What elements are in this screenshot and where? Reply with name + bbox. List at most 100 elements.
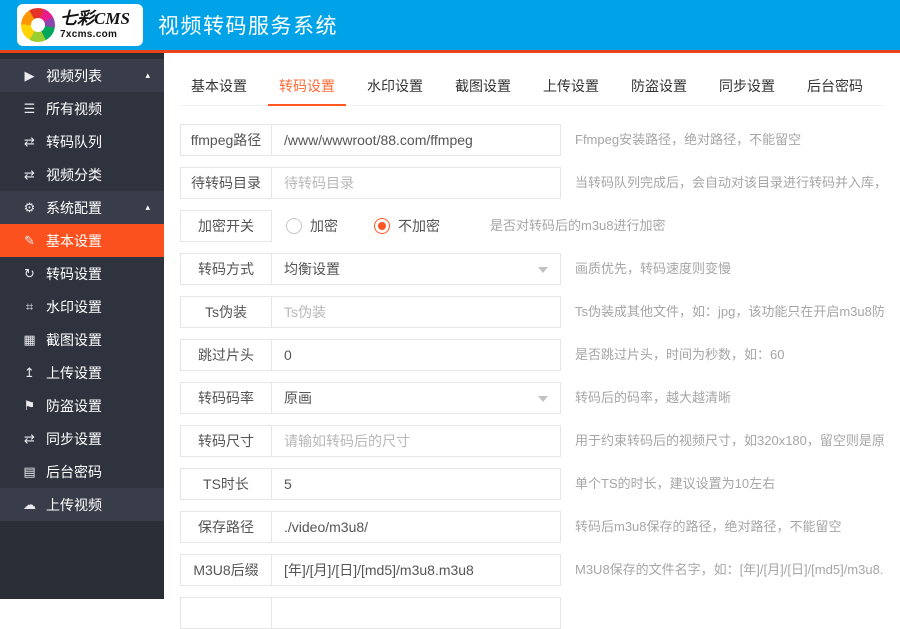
radio-unselected-icon bbox=[286, 218, 302, 234]
sidebar-item-all-videos[interactable]: ☰ 所有视频 bbox=[0, 92, 164, 125]
form-row-ffmpeg-path: ffmpeg路径 Ffmpeg安装路径，绝对路径，不能留空 bbox=[180, 124, 884, 156]
field-hint: M3U8保存的文件名字，如：[年]/[月]/[日]/[md5]/m3u8.m3u… bbox=[575, 562, 884, 577]
brand-domain: 7xcms.com bbox=[60, 29, 118, 40]
field-label: 转码码率 bbox=[180, 382, 272, 414]
form-row-skip-intro: 跳过片头 是否跳过片头，时间为秒数，如：60 bbox=[180, 339, 884, 371]
field-label: TS时长 bbox=[180, 468, 272, 500]
sidebar-item-video-category[interactable]: ⇄ 视频分类 bbox=[0, 158, 164, 191]
tab-admin-password[interactable]: 后台密码 bbox=[796, 67, 874, 105]
image-icon: ▦ bbox=[23, 331, 36, 347]
field-label: ffmpeg路径 bbox=[180, 124, 272, 156]
field-hint: 当转码队列完成后，会自动对该目录进行转码并入库，如：E:/vide bbox=[575, 175, 884, 190]
field-label: 待转码目录 bbox=[180, 167, 272, 199]
sidebar-item-transcode-settings[interactable]: ↻ 转码设置 bbox=[0, 257, 164, 290]
radio-encrypt-off[interactable]: 不加密 bbox=[374, 216, 440, 236]
radio-encrypt-on[interactable]: 加密 bbox=[286, 216, 338, 236]
form-row-ts-duration: TS时长 单个TS的时长，建议设置为10左右 bbox=[180, 468, 884, 500]
field-hint: 是否跳过片头，时间为秒数，如：60 bbox=[575, 347, 785, 362]
selected-option: 原画 bbox=[284, 390, 312, 406]
sidebar-item-video-list[interactable]: ▶ 视频列表 ▴ bbox=[0, 59, 164, 92]
form-row-transcode-mode: 转码方式 均衡设置 画质优先，转码速度则变慢 bbox=[180, 253, 884, 285]
field-label: Ts伪装 bbox=[180, 296, 272, 328]
tab-upload-settings[interactable]: 上传设置 bbox=[532, 67, 610, 105]
field-hint: 用于约束转码后的视频尺寸，如320x180，留空则是原画 bbox=[575, 433, 884, 448]
pending-dir-input[interactable] bbox=[272, 168, 560, 198]
flag-icon: ⚑ bbox=[23, 397, 36, 413]
upload-icon: ↥ bbox=[24, 364, 35, 380]
page-title: 视频转码服务系统 bbox=[158, 15, 338, 38]
radio-label: 加密 bbox=[310, 218, 338, 234]
tab-sync-settings[interactable]: 同步设置 bbox=[708, 67, 786, 105]
ts-duration-input[interactable] bbox=[272, 469, 560, 499]
form-row-encrypt-switch: 加密开关 加密 不加密 是否对转码后的m3u8进行加密 bbox=[180, 210, 884, 242]
skip-intro-input[interactable] bbox=[272, 340, 560, 370]
chevron-down-icon bbox=[538, 396, 548, 402]
sidebar-item-label: 防盗设置 bbox=[46, 397, 102, 414]
form-row-pending-dir: 待转码目录 当转码队列完成后，会自动对该目录进行转码并入库，如：E:/vide bbox=[180, 167, 884, 199]
field-label: 保存路径 bbox=[180, 511, 272, 543]
ffmpeg-path-input[interactable] bbox=[272, 125, 560, 155]
radio-selected-icon bbox=[374, 218, 390, 234]
field-hint: 是否对转码后的m3u8进行加密 bbox=[490, 218, 666, 233]
tab-watermark-settings[interactable]: 水印设置 bbox=[356, 67, 434, 105]
sidebar-item-sync-settings[interactable]: ⇄ 同步设置 bbox=[0, 422, 164, 455]
chevron-up-icon: ▴ bbox=[145, 202, 150, 212]
save-path-input[interactable] bbox=[272, 512, 560, 542]
logo-text: 七彩CMS 7xcms.com bbox=[60, 10, 130, 40]
sidebar-item-upload-settings[interactable]: ↥ 上传设置 bbox=[0, 356, 164, 389]
field-label: M3U8后缀 bbox=[180, 554, 272, 586]
swap-icon: ⇄ bbox=[24, 166, 35, 182]
field-hint: Ts伪装成其他文件，如：jpg，该功能只在开启m3u8防盗后有效 bbox=[575, 304, 884, 319]
field-label: 转码方式 bbox=[180, 253, 272, 285]
tab-antileech-settings[interactable]: 防盗设置 bbox=[620, 67, 698, 105]
sidebar-item-label: 水印设置 bbox=[46, 298, 102, 315]
gear-icon: ⚙ bbox=[23, 199, 36, 215]
field-hint: 转码后m3u8保存的路径，绝对路径，不能留空 bbox=[575, 519, 842, 534]
save-path-field bbox=[271, 511, 561, 543]
field-label bbox=[180, 597, 272, 629]
video-icon: ▶ bbox=[24, 67, 35, 83]
partial-field[interactable] bbox=[271, 597, 561, 629]
field-hint: 画质优先，转码速度则变慢 bbox=[575, 261, 732, 276]
edit-icon: ✎ bbox=[24, 232, 35, 248]
bitrate-select[interactable]: 原画 bbox=[271, 382, 561, 414]
sidebar-item-label: 系统配置 bbox=[46, 199, 102, 216]
sidebar-item-label: 基本设置 bbox=[46, 232, 102, 249]
skip-intro-field bbox=[271, 339, 561, 371]
pending-dir-field bbox=[271, 167, 561, 199]
transcode-mode-select[interactable]: 均衡设置 bbox=[271, 253, 561, 285]
encrypt-switch-radio-group: 加密 不加密 bbox=[286, 210, 476, 242]
sidebar-item-antileech-settings[interactable]: ⚑ 防盗设置 bbox=[0, 389, 164, 422]
tab-transcode-settings[interactable]: 转码设置 bbox=[268, 67, 346, 106]
transcode-size-input[interactable] bbox=[272, 426, 560, 456]
chevron-down-icon bbox=[538, 267, 548, 273]
form-row-transcode-size: 转码尺寸 用于约束转码后的视频尺寸，如320x180，留空则是原画 bbox=[180, 425, 884, 457]
m3u8-suffix-input[interactable] bbox=[272, 555, 560, 585]
sidebar-item-system-config[interactable]: ⚙ 系统配置 ▴ bbox=[0, 191, 164, 224]
logo[interactable]: 七彩CMS 7xcms.com bbox=[17, 4, 143, 46]
field-hint: Ffmpeg安装路径，绝对路径，不能留空 bbox=[575, 132, 802, 147]
sidebar-item-basic-settings[interactable]: ✎ 基本设置 bbox=[0, 224, 164, 257]
ts-disguise-input[interactable] bbox=[272, 297, 560, 327]
field-label: 跳过片头 bbox=[180, 339, 272, 371]
sidebar-item-label: 上传视频 bbox=[46, 496, 102, 513]
field-label: 转码尺寸 bbox=[180, 425, 272, 457]
crop-icon: ⌗ bbox=[25, 298, 34, 314]
sidebar-item-upload-video[interactable]: ☁ 上传视频 bbox=[0, 488, 164, 521]
sidebar-item-label: 截图设置 bbox=[46, 331, 102, 348]
sidebar-item-label: 转码队列 bbox=[46, 133, 102, 150]
sidebar-item-label: 视频分类 bbox=[46, 166, 102, 183]
refresh-icon: ↻ bbox=[24, 265, 35, 281]
sidebar-item-label: 视频列表 bbox=[46, 67, 102, 84]
tab-basic-settings[interactable]: 基本设置 bbox=[180, 67, 258, 105]
top-header-bar: 七彩CMS 7xcms.com 视频转码服务系统 bbox=[0, 0, 900, 53]
sidebar-item-screenshot-settings[interactable]: ▦ 截图设置 bbox=[0, 323, 164, 356]
radio-label: 不加密 bbox=[398, 218, 440, 234]
swap-icon: ⇄ bbox=[24, 430, 35, 446]
sidebar-item-label: 转码设置 bbox=[46, 265, 102, 282]
sidebar-item-watermark-settings[interactable]: ⌗ 水印设置 bbox=[0, 290, 164, 323]
sidebar-item-transcode-queue[interactable]: ⇄ 转码队列 bbox=[0, 125, 164, 158]
tab-screenshot-settings[interactable]: 截图设置 bbox=[444, 67, 522, 105]
field-hint: 转码后的码率，越大越清晰 bbox=[575, 390, 732, 405]
sidebar-item-admin-password[interactable]: ▤ 后台密码 bbox=[0, 455, 164, 488]
